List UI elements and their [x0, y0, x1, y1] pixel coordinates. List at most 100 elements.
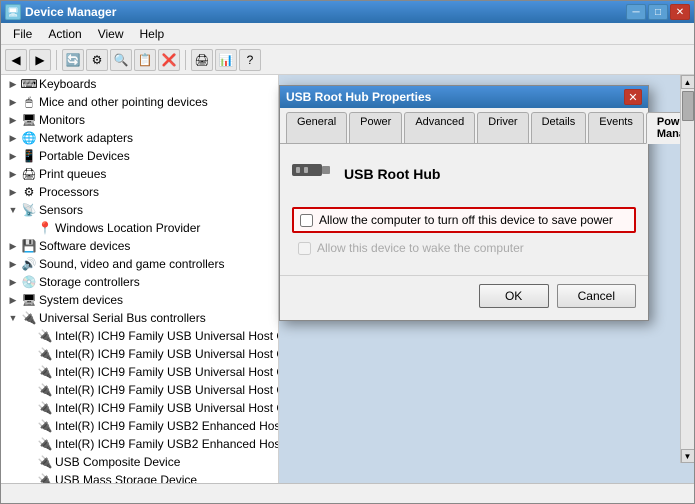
monitors-icon: 🖥 — [21, 112, 37, 128]
minimize-button[interactable]: ─ — [626, 4, 646, 20]
print-button[interactable]: 🖨 — [191, 49, 213, 71]
tree-item-ich9-3[interactable]: 🔌 Intel(R) ICH9 Family USB Universal Hos… — [1, 363, 278, 381]
tree-item-system[interactable]: ▶ 🖥 System devices — [1, 291, 278, 309]
processors-icon: ⚙ — [21, 184, 37, 200]
tab-advanced[interactable]: Advanced — [404, 112, 475, 143]
tree-item-sensors[interactable]: ▼ 📡 Sensors — [1, 201, 278, 219]
sound-label: Sound, video and game controllers — [39, 257, 224, 271]
tree-item-ich9-ehci1[interactable]: 🔌 Intel(R) ICH9 Family USB2 Enhanced Hos… — [1, 417, 278, 435]
ich9-2-icon: 🔌 — [37, 346, 53, 362]
ich9-5-icon: 🔌 — [37, 400, 53, 416]
maximize-button[interactable]: □ — [648, 4, 668, 20]
tab-events[interactable]: Events — [588, 112, 644, 143]
expand-icon — [21, 328, 37, 344]
allow-turnoff-row: Allow the computer to turn off this devi… — [292, 207, 636, 233]
usb-label: Universal Serial Bus controllers — [39, 311, 206, 325]
tree-panel[interactable]: ▶ ⌨ Keyboards ▶ 🖱 Mice and other pointin… — [1, 75, 279, 483]
scroll-track — [681, 89, 694, 449]
window-title: Device Manager — [25, 5, 116, 19]
expand-icon: ▶ — [5, 256, 21, 272]
tree-item-mice[interactable]: ▶ 🖱 Mice and other pointing devices — [1, 93, 278, 111]
app-icon: 🖥 — [5, 4, 21, 20]
tree-item-storage[interactable]: ▶ 💿 Storage controllers — [1, 273, 278, 291]
ich9-1-label: Intel(R) ICH9 Family USB Universal Host … — [55, 329, 279, 343]
properties-button[interactable]: ⚙ — [86, 49, 108, 71]
winloc-label: Windows Location Provider — [55, 221, 200, 235]
scroll-thumb[interactable] — [682, 91, 694, 121]
tab-power[interactable]: Power — [349, 112, 402, 143]
tab-driver[interactable]: Driver — [477, 112, 528, 143]
system-label: System devices — [39, 293, 123, 307]
tree-item-usb[interactable]: ▼ 🔌 Universal Serial Bus controllers — [1, 309, 278, 327]
keyboards-icon: ⌨ — [21, 76, 37, 92]
menu-file[interactable]: File — [5, 25, 40, 43]
printqueues-label: Print queues — [39, 167, 106, 181]
keyboards-label: Keyboards — [39, 77, 96, 91]
tree-item-portable[interactable]: ▶ 📱 Portable Devices — [1, 147, 278, 165]
mice-label: Mice and other pointing devices — [39, 95, 208, 109]
dialog-close-button[interactable]: ✕ — [624, 89, 642, 105]
search-button[interactable]: 🔍 — [110, 49, 132, 71]
tree-item-ich9-5[interactable]: 🔌 Intel(R) ICH9 Family USB Universal Hos… — [1, 399, 278, 417]
allow-wakeup-label: Allow this device to wake the computer — [317, 241, 524, 255]
usb-icon: 🔌 — [21, 310, 37, 326]
expand-icon — [21, 400, 37, 416]
expand-icon — [21, 364, 37, 380]
action-button[interactable]: 📋 — [134, 49, 156, 71]
resources-button[interactable]: 📊 — [215, 49, 237, 71]
toolbar-separator-2 — [185, 50, 186, 70]
back-button[interactable]: ◀ — [5, 49, 27, 71]
tree-item-ich9-1[interactable]: 🔌 Intel(R) ICH9 Family USB Universal Hos… — [1, 327, 278, 345]
tree-item-network[interactable]: ▶ 🌐 Network adapters — [1, 129, 278, 147]
expand-icon: ▶ — [5, 292, 21, 308]
tree-item-winloc[interactable]: 📍 Windows Location Provider — [1, 219, 278, 237]
help-button[interactable]: ? — [239, 49, 261, 71]
tree-item-composite[interactable]: 🔌 USB Composite Device — [1, 453, 278, 471]
allow-wakeup-row: Allow this device to wake the computer — [292, 241, 636, 255]
allow-turnoff-checkbox[interactable] — [300, 214, 313, 227]
tab-general[interactable]: General — [286, 112, 347, 143]
expand-icon: ▶ — [5, 238, 21, 254]
tree-item-monitors[interactable]: ▶ 🖥 Monitors — [1, 111, 278, 129]
delete-button[interactable]: ❌ — [158, 49, 180, 71]
right-scrollbar[interactable]: ▲ ▼ — [680, 75, 694, 463]
forward-button[interactable]: ▶ — [29, 49, 51, 71]
window-close-button[interactable]: ✕ — [670, 4, 690, 20]
ich9-4-icon: 🔌 — [37, 382, 53, 398]
sound-icon: 🔊 — [21, 256, 37, 272]
tree-item-massstorage[interactable]: 🔌 USB Mass Storage Device — [1, 471, 278, 483]
expand-icon: ▶ — [5, 112, 21, 128]
tab-details[interactable]: Details — [531, 112, 587, 143]
ok-button[interactable]: OK — [479, 284, 549, 308]
menu-action[interactable]: Action — [40, 25, 89, 43]
expand-icon: ▼ — [5, 202, 21, 218]
tree-item-processors[interactable]: ▶ ⚙ Processors — [1, 183, 278, 201]
tree-item-keyboards[interactable]: ▶ ⌨ Keyboards — [1, 75, 278, 93]
tree-item-ich9-4[interactable]: 🔌 Intel(R) ICH9 Family USB Universal Hos… — [1, 381, 278, 399]
device-icon — [292, 156, 332, 191]
tree-item-sound[interactable]: ▶ 🔊 Sound, video and game controllers — [1, 255, 278, 273]
cancel-button[interactable]: Cancel — [557, 284, 636, 308]
allow-wakeup-checkbox[interactable] — [298, 242, 311, 255]
title-bar-controls: ─ □ ✕ — [626, 4, 690, 20]
allow-turnoff-label: Allow the computer to turn off this devi… — [319, 213, 613, 227]
scroll-down-button[interactable]: ▼ — [681, 449, 695, 463]
dialog-buttons: OK Cancel — [280, 275, 648, 320]
expand-icon — [21, 346, 37, 362]
expand-icon — [21, 220, 37, 236]
menu-bar: File Action View Help — [1, 23, 694, 45]
menu-help[interactable]: Help — [132, 25, 173, 43]
expand-icon: ▶ — [5, 148, 21, 164]
refresh-button[interactable]: 🔄 — [62, 49, 84, 71]
expand-icon: ▶ — [5, 76, 21, 92]
menu-view[interactable]: View — [90, 25, 132, 43]
ich9-ehci2-icon: 🔌 — [37, 436, 53, 452]
tree-item-ich9-ehci2[interactable]: 🔌 Intel(R) ICH9 Family USB2 Enhanced Hos… — [1, 435, 278, 453]
expand-icon — [21, 454, 37, 470]
properties-dialog: USB Root Hub Properties ✕ General Power … — [279, 85, 649, 321]
tree-item-printqueues[interactable]: ▶ 🖨 Print queues — [1, 165, 278, 183]
tree-item-ich9-2[interactable]: 🔌 Intel(R) ICH9 Family USB Universal Hos… — [1, 345, 278, 363]
system-icon: 🖥 — [21, 292, 37, 308]
tree-item-software[interactable]: ▶ 💾 Software devices — [1, 237, 278, 255]
scroll-up-button[interactable]: ▲ — [681, 75, 695, 89]
